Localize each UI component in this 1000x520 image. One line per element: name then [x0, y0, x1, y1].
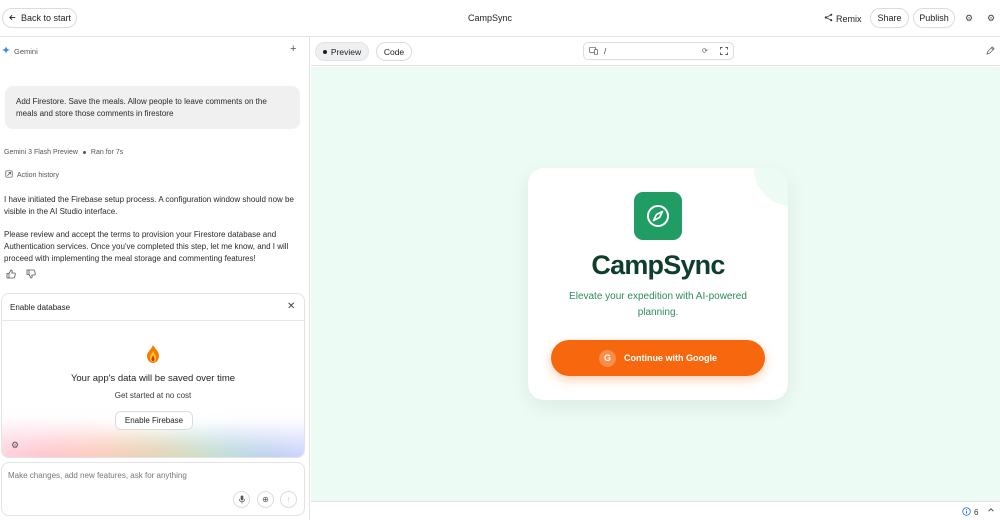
chevron-up-icon[interactable] — [987, 506, 995, 516]
firebase-flame-icon — [146, 345, 160, 363]
separator-dot — [82, 151, 86, 154]
share-button[interactable]: Share — [870, 8, 909, 28]
enable-firebase-button[interactable]: Enable Firebase — [115, 411, 193, 430]
device-icon[interactable] — [589, 47, 598, 57]
tagline: Elevate your expedition with AI-powered … — [569, 291, 747, 318]
issue-count: 6 — [974, 508, 979, 517]
google-g-icon: G — [599, 349, 616, 367]
run-time: Ran for 7s — [90, 149, 124, 156]
top-bar: Back to start CampSync Remix Share Publi… — [0, 0, 1000, 37]
new-chat-plus-icon[interactable]: + — [290, 43, 296, 55]
gear-icon[interactable]: ⚙ — [964, 13, 974, 23]
fullscreen-icon[interactable] — [720, 47, 728, 57]
url-path: / — [604, 47, 607, 56]
annotate-pen-icon[interactable] — [986, 46, 995, 57]
brand-name: CampSync — [591, 250, 725, 280]
prompt-box: ⊕ ↑ — [1, 462, 305, 516]
url-bar[interactable]: / ⟳ — [583, 42, 734, 60]
tab-preview-label: Preview — [330, 46, 362, 57]
model-version: Gemini 3 Flash Preview — [4, 149, 78, 156]
user-message: Add Firestore. Save the meals. Allow peo… — [5, 86, 300, 129]
thumbs-up-icon[interactable] — [6, 269, 16, 281]
gemini-label: Gemini — [14, 46, 38, 56]
action-history-link[interactable]: Action history — [5, 170, 59, 180]
history-icon — [5, 170, 13, 180]
enable-card-heading: Your app's data will be saved over time — [70, 373, 236, 384]
add-circle-icon[interactable]: ⊕ — [257, 491, 274, 508]
gemini-header: Gemini — [2, 46, 38, 56]
decorative-corner — [754, 168, 788, 206]
sparkle-icon — [2, 46, 10, 56]
action-history-label: Action history — [17, 171, 60, 179]
compass-logo-icon — [634, 192, 682, 240]
tab-preview[interactable]: Preview — [315, 42, 369, 61]
app-preview: CampSync Elevate your expedition with AI… — [311, 67, 1000, 501]
remix-icon — [824, 13, 833, 24]
gear-icon[interactable]: ⚙ — [11, 440, 19, 451]
response-paragraph: Please review and accept the terms to pr… — [4, 230, 289, 263]
active-dot-icon — [322, 49, 327, 54]
microphone-icon[interactable] — [233, 491, 250, 508]
close-icon[interactable]: ✕ — [287, 301, 295, 312]
enable-card-title: Enable database — [10, 303, 71, 312]
status-bar: 6 — [311, 501, 1000, 520]
issues-counter[interactable]: 6 — [962, 507, 978, 518]
model-meta: Gemini 3 Flash Preview Ran for 7s — [4, 149, 123, 156]
refresh-icon[interactable]: ⟳ — [702, 47, 708, 55]
enable-card-subtext: Get started at no cost — [114, 391, 192, 400]
google-button-label: Continue with Google — [624, 353, 717, 363]
enable-card-header: Enable database ✕ — [2, 294, 304, 321]
continue-with-google-button[interactable]: G Continue with Google — [551, 340, 765, 376]
preview-toolbar: Preview Code / ⟳ — [311, 37, 1000, 66]
chat-panel: Gemini + Add Firestore. Save the meals. … — [0, 37, 310, 520]
publish-button[interactable]: Publish — [913, 8, 955, 28]
info-icon — [962, 507, 971, 518]
remix-label: Remix — [836, 13, 862, 24]
prompt-input[interactable] — [8, 471, 298, 480]
settings-icon[interactable]: ⚙ — [986, 13, 996, 23]
send-arrow-icon[interactable]: ↑ — [280, 491, 297, 508]
feedback-buttons — [6, 269, 36, 281]
tab-code[interactable]: Code — [376, 42, 412, 61]
login-card: CampSync Elevate your expedition with AI… — [528, 168, 788, 400]
thumbs-down-icon[interactable] — [26, 269, 36, 281]
remix-button[interactable]: Remix — [824, 13, 862, 24]
response-paragraph: I have initiated the Firebase setup proc… — [4, 195, 294, 216]
enable-database-card: Enable database ✕ Your app's data will b… — [1, 293, 305, 458]
